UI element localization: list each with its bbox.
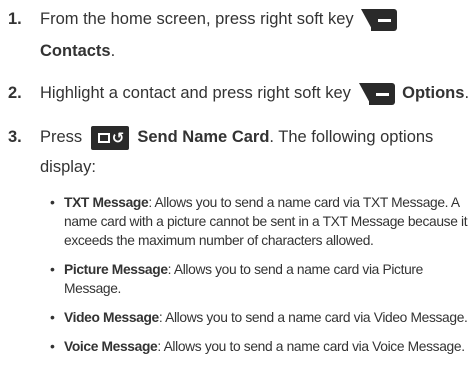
list-item: • TXT Message: Allows you to send a name… xyxy=(50,193,470,250)
manual-page: 1. From the home screen, press right sof… xyxy=(0,0,472,391)
list-item: • Picture Message: Allows you to send a … xyxy=(50,260,470,298)
option-description: : Allows you to send a name card via Vid… xyxy=(158,310,468,325)
list-item: • Video Message: Allows you to send a na… xyxy=(50,308,470,327)
step-number: 3. xyxy=(8,128,22,146)
step-text-after: . The following options xyxy=(269,128,434,146)
list-item: • Voice Message: Allows you to send a na… xyxy=(50,337,470,356)
step-number: 1. xyxy=(8,10,22,28)
step-number: 2. xyxy=(8,84,22,102)
step-text: From the home screen, press right soft k… xyxy=(40,4,400,35)
period: . xyxy=(110,42,116,60)
option-description: : Allows you to send a name card via Voi… xyxy=(157,339,465,354)
bullet-icon: • xyxy=(50,338,55,354)
step-text-before: Press xyxy=(40,128,83,146)
step-text-before: From the home screen, press right soft k… xyxy=(40,10,354,28)
option-term: Voice Message xyxy=(64,339,158,354)
option-term: Picture Message xyxy=(64,262,168,277)
option-term: Video Message xyxy=(64,310,159,325)
bullet-icon: • xyxy=(50,194,55,210)
options-label: Options xyxy=(402,84,465,102)
period: . xyxy=(464,84,470,102)
step-text-continuation: display: xyxy=(40,158,96,176)
right-soft-key-icon xyxy=(358,82,395,105)
option-term: TXT Message xyxy=(64,195,149,210)
options-list: • TXT Message : Allows you to send a name… xyxy=(50,193,470,366)
step-bold-label: Contacts. xyxy=(40,36,115,67)
bullet-icon: • xyxy=(50,309,55,325)
send-name-card-label: Send Name Card xyxy=(137,128,270,146)
step-text: Press ↺ Send Name Card. The following op… xyxy=(40,122,433,153)
send-key-icon: ↺ xyxy=(90,125,129,150)
step-text: Highlight a contact and press right soft… xyxy=(40,78,469,109)
bullet-icon: • xyxy=(50,261,55,277)
step-text-before: Highlight a contact and press right soft… xyxy=(40,84,351,102)
right-soft-key-icon xyxy=(361,8,398,31)
contacts-label: Contacts xyxy=(40,42,111,60)
